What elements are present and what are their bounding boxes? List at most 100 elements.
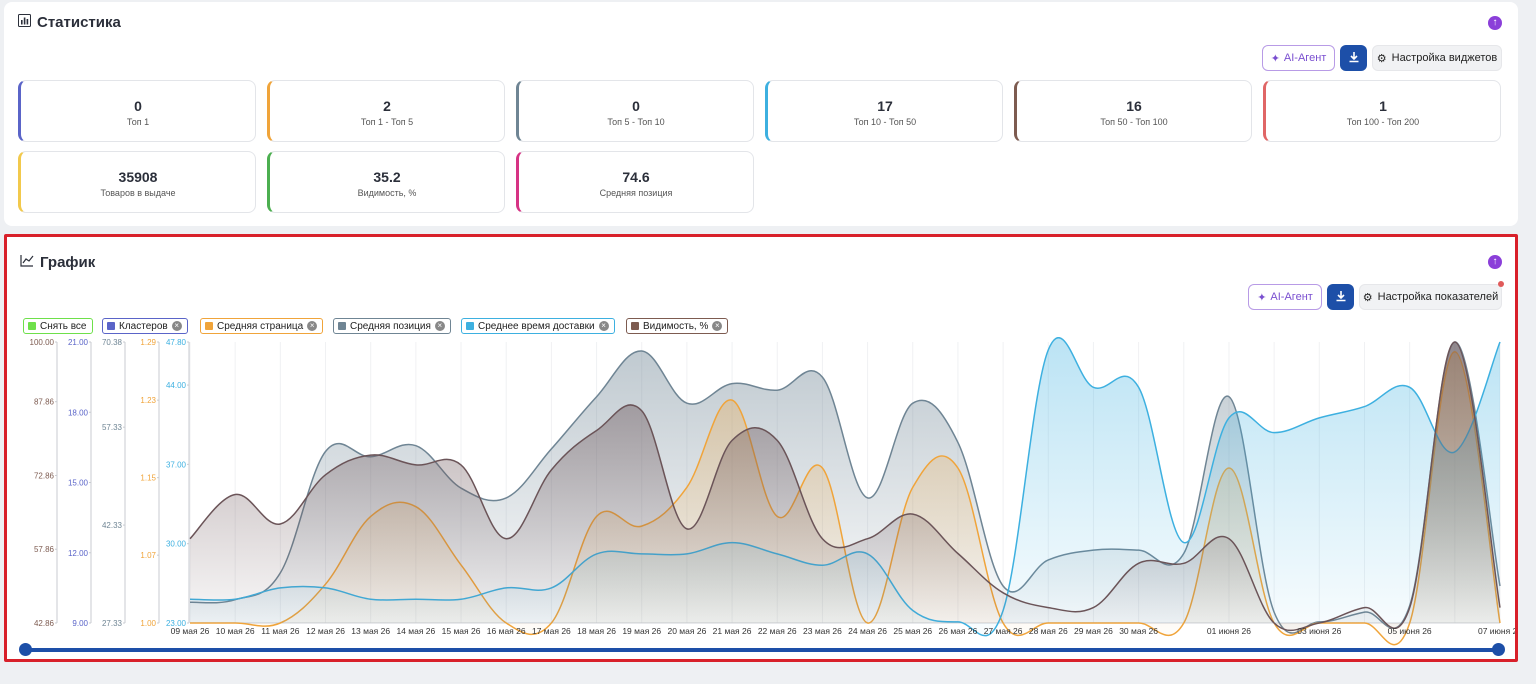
stat-label: Топ 5 - Топ 10 xyxy=(607,117,665,127)
line-chart-icon xyxy=(20,254,34,271)
chart-title: График xyxy=(40,254,96,271)
ai-agent-button[interactable]: ✦ AI-Агент xyxy=(1262,45,1335,71)
bar-chart-icon xyxy=(18,14,31,31)
legend-label: Среднее время доставки xyxy=(478,320,595,332)
y-tick-label: 1.23 xyxy=(140,396,156,405)
range-slider-handle-start[interactable] xyxy=(19,643,32,656)
stat-label: Средняя позиция xyxy=(599,188,673,198)
stat-value: 16 xyxy=(1126,98,1142,114)
uncheck-all-chip[interactable]: Снять все xyxy=(23,318,93,334)
chart-panel: График ↑ ✦ AI-Агент ⚙ Настройка показате… xyxy=(4,234,1518,662)
stat-label: Топ 1 xyxy=(126,117,150,127)
sparkle-icon: ✦ xyxy=(1257,291,1267,304)
y-tick-label: 1.00 xyxy=(140,619,156,628)
download-icon xyxy=(1348,51,1360,66)
download-button[interactable] xyxy=(1327,284,1354,310)
x-tick-label: 05 июня 26 xyxy=(1388,626,1432,636)
remove-series-icon[interactable]: × xyxy=(712,321,723,331)
chart-header: График xyxy=(20,254,95,271)
stat-label: Товаров в выдаче xyxy=(100,188,176,198)
x-tick-label: 07 июня 26 xyxy=(1478,626,1515,636)
indicator-settings-label: Настройка показателей xyxy=(1377,291,1499,303)
stat-value: 2 xyxy=(383,98,391,114)
indicator-settings-button[interactable]: ⚙ Настройка показателей xyxy=(1359,284,1502,310)
gear-icon: ⚙ xyxy=(1376,52,1387,65)
collapse-up-icon[interactable]: ↑ xyxy=(1488,255,1502,269)
stat-tile: 16 Топ 50 - Топ 100 xyxy=(1014,80,1252,142)
y-tick-label: 15.00 xyxy=(68,479,89,488)
stat-label: Топ 50 - Топ 100 xyxy=(1100,117,1168,127)
legend-chip[interactable]: Средняя позиция × xyxy=(333,318,451,334)
ai-agent-button[interactable]: ✦ AI-Агент xyxy=(1248,284,1322,310)
download-button[interactable] xyxy=(1340,45,1367,71)
widget-settings-button[interactable]: ⚙ Настройка виджетов xyxy=(1372,45,1502,71)
legend-chip[interactable]: Среднее время доставки × xyxy=(461,318,615,334)
y-tick-label: 57.33 xyxy=(102,423,123,432)
x-tick-label: 23 мая 26 xyxy=(803,626,842,636)
remove-series-icon[interactable]: × xyxy=(434,321,445,331)
legend-chip[interactable]: Видимость, % × xyxy=(626,318,729,334)
x-tick-label: 09 мая 26 xyxy=(171,626,210,636)
x-tick-label: 03 июня 26 xyxy=(1297,626,1341,636)
x-tick-label: 19 мая 26 xyxy=(622,626,661,636)
collapse-up-icon[interactable]: ↑ xyxy=(1488,16,1502,30)
statistics-panel: Статистика ↑ ✦ AI-Агент ⚙ Настройка видж… xyxy=(4,2,1518,226)
legend-swatch xyxy=(205,322,213,330)
legend-label: Средняя страница xyxy=(217,320,304,332)
y-tick-label: 30.00 xyxy=(166,540,187,549)
y-tick-label: 70.38 xyxy=(102,338,123,347)
stat-tile: 1 Топ 100 - Топ 200 xyxy=(1263,80,1501,142)
legend-label: Средняя позиция xyxy=(350,320,431,332)
x-tick-label: 16 мая 26 xyxy=(487,626,526,636)
y-tick-label: 12.00 xyxy=(68,549,89,558)
y-tick-label: 100.00 xyxy=(30,338,55,347)
stat-label: Топ 10 - Топ 50 xyxy=(853,117,917,127)
stat-tile: 35908 Товаров в выдаче xyxy=(18,151,256,213)
y-tick-label: 42.33 xyxy=(102,521,123,530)
x-tick-label: 15 мая 26 xyxy=(442,626,481,636)
stat-value: 0 xyxy=(134,98,142,114)
stat-value: 35908 xyxy=(118,169,158,185)
stat-value: 0 xyxy=(632,98,640,114)
download-icon xyxy=(1335,290,1347,305)
x-tick-label: 26 мая 26 xyxy=(939,626,978,636)
stat-tile: 0 Топ 5 - Топ 10 xyxy=(516,80,754,142)
y-tick-label: 1.15 xyxy=(140,474,156,483)
legend-swatch xyxy=(338,322,346,330)
stat-label: Видимость, % xyxy=(357,188,417,198)
stat-tile: 35.2 Видимость, % xyxy=(267,151,505,213)
x-tick-label: 01 июня 26 xyxy=(1207,626,1251,636)
y-tick-label: 21.00 xyxy=(68,338,89,347)
range-slider-handle-end[interactable] xyxy=(1492,643,1505,656)
x-tick-label: 30 мая 26 xyxy=(1119,626,1158,636)
y-tick-label: 9.00 xyxy=(72,619,88,628)
x-tick-label: 29 мая 26 xyxy=(1074,626,1113,636)
legend-label: Кластеров xyxy=(119,320,168,332)
x-tick-label: 24 мая 26 xyxy=(848,626,887,636)
y-tick-label: 18.00 xyxy=(68,408,89,417)
remove-series-icon[interactable]: × xyxy=(307,321,318,331)
sparkle-icon: ✦ xyxy=(1270,52,1280,65)
ai-agent-label: AI-Агент xyxy=(1270,291,1313,303)
range-slider-track[interactable] xyxy=(24,648,1500,652)
stat-label: Топ 1 - Топ 5 xyxy=(360,117,414,127)
legend-swatch xyxy=(631,322,639,330)
widget-settings-label: Настройка виджетов xyxy=(1391,52,1498,64)
legend-swatch xyxy=(466,322,474,330)
x-tick-label: 28 мая 26 xyxy=(1029,626,1068,636)
y-tick-label: 1.29 xyxy=(140,338,156,347)
x-tick-label: 13 мая 26 xyxy=(351,626,390,636)
x-tick-label: 14 мая 26 xyxy=(396,626,435,636)
legend-chip[interactable]: Кластеров × xyxy=(102,318,188,334)
x-tick-label: 20 мая 26 xyxy=(667,626,706,636)
y-tick-label: 87.86 xyxy=(34,398,55,407)
multi-axis-chart: 100.00 87.86 72.86 57.86 42.86 21.00 18.00 15.0… xyxy=(30,337,1515,646)
x-tick-label: 18 мая 26 xyxy=(577,626,616,636)
x-tick-label: 25 мая 26 xyxy=(893,626,932,636)
legend-swatch xyxy=(28,322,36,330)
remove-series-icon[interactable]: × xyxy=(171,321,182,331)
remove-series-icon[interactable]: × xyxy=(598,321,609,331)
stat-value: 74.6 xyxy=(622,169,650,185)
statistics-title: Статистика xyxy=(37,14,121,31)
legend-chip[interactable]: Средняя страница × xyxy=(200,318,324,334)
